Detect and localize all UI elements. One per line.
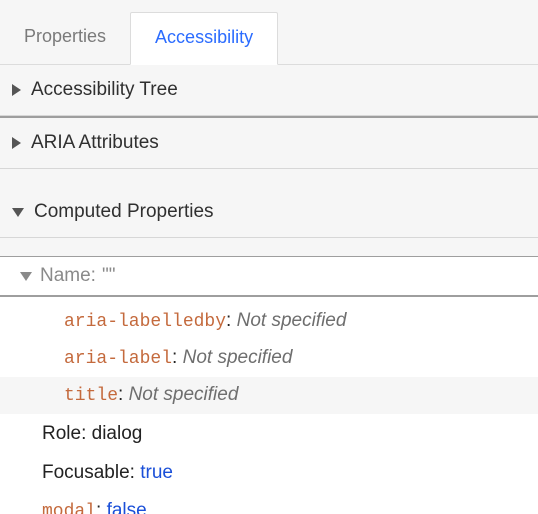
computed-name-label: Name: — [40, 265, 96, 287]
section-computed-properties: Computed Properties — [0, 187, 538, 238]
section-gap — [0, 169, 538, 187]
computed-property-list: aria-labelledby: Not specified aria-labe… — [0, 297, 538, 514]
section-title: Computed Properties — [34, 201, 214, 223]
chevron-right-icon — [12, 84, 21, 96]
prop-role: Role: dialog — [0, 416, 538, 453]
prop-value: Not specified — [129, 384, 239, 405]
prop-sep: : — [118, 384, 129, 405]
section-aria-attributes: ARIA Attributes — [0, 116, 538, 169]
prop-sep: : — [226, 310, 237, 331]
section-title: ARIA Attributes — [31, 132, 159, 154]
prop-key: aria-labelledby — [64, 312, 226, 332]
prop-key: Role — [42, 423, 81, 444]
computed-properties-body: Name: "" aria-labelledby: Not specified … — [0, 256, 538, 514]
prop-value: dialog — [92, 423, 143, 444]
prop-value: true — [140, 462, 173, 483]
prop-title: title: Not specified — [0, 377, 538, 414]
prop-modal: modal: false — [0, 493, 538, 514]
tab-properties[interactable]: Properties — [0, 12, 130, 64]
prop-value: false — [107, 500, 147, 514]
prop-aria-labelledby: aria-labelledby: Not specified — [0, 303, 538, 340]
prop-key: Focusable — [42, 462, 130, 483]
section-gap — [0, 238, 538, 256]
chevron-down-icon — [12, 208, 24, 217]
prop-aria-label: aria-label: Not specified — [0, 340, 538, 377]
prop-sep: : — [81, 423, 92, 444]
section-header-computed-properties[interactable]: Computed Properties — [0, 187, 538, 237]
prop-sep: : — [130, 462, 141, 483]
tabs-bar: Properties Accessibility — [0, 0, 538, 65]
prop-sep: : — [96, 500, 107, 514]
prop-value: Not specified — [183, 347, 293, 368]
prop-key: modal — [42, 502, 96, 514]
section-title: Accessibility Tree — [31, 79, 178, 101]
computed-name-header[interactable]: Name: "" — [0, 257, 538, 297]
section-header-aria-attributes[interactable]: ARIA Attributes — [0, 118, 538, 168]
chevron-right-icon — [12, 137, 21, 149]
prop-key: title — [64, 386, 118, 406]
prop-focusable: Focusable: true — [0, 455, 538, 492]
prop-key: aria-label — [64, 349, 172, 369]
tab-accessibility[interactable]: Accessibility — [130, 12, 278, 65]
computed-name-value: "" — [102, 265, 116, 287]
prop-value: Not specified — [237, 310, 347, 331]
section-header-accessibility-tree[interactable]: Accessibility Tree — [0, 65, 538, 115]
chevron-down-icon — [20, 272, 32, 281]
prop-sep: : — [172, 347, 183, 368]
section-accessibility-tree: Accessibility Tree — [0, 65, 538, 116]
